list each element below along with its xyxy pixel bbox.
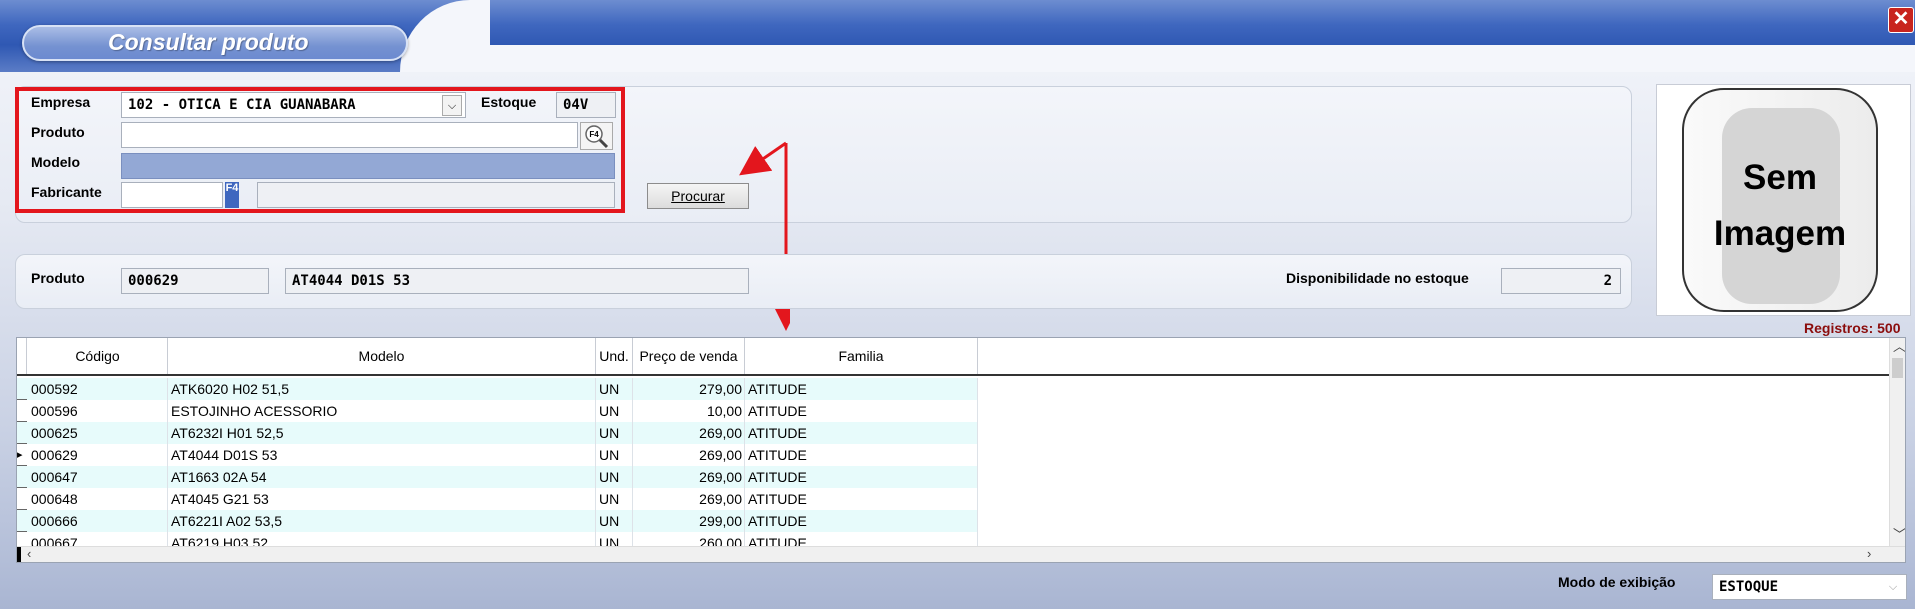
selected-produto-label: Produto [31,270,85,286]
table-cell: ATITUDE [745,400,978,422]
estoque-label: Estoque [481,94,537,110]
grid-header: Código Modelo Und. Preço de venda Famili… [17,338,1889,376]
table-row[interactable]: 000648 AT4045 G21 53 UN 269,00 ATITUDE [17,488,978,510]
image-placeholder: Sem Imagem [1682,88,1878,312]
column-header-codigo[interactable]: Código [28,338,168,374]
current-row-indicator: ▸ [17,444,27,466]
scroll-left-icon[interactable]: ‹ [27,547,31,561]
table-cell: ATITUDE [745,422,978,444]
table-row[interactable]: 000666 AT6221I A02 53,5 UN 299,00 ATITUDE [17,510,978,532]
selected-modelo-field: AT4044 D01S 53 [285,268,749,294]
empresa-label: Empresa [31,94,91,110]
table-cell: AT6232I H01 52,5 [168,422,596,444]
produto-label: Produto [31,124,85,140]
svg-text:F4: F4 [589,130,599,139]
table-cell: UN [596,378,633,400]
column-header-und[interactable]: Und. [596,338,633,374]
table-cell: 000596 [28,400,168,422]
row-indicator [17,422,27,444]
table-cell: 000629 [28,444,168,466]
table-cell: UN [596,400,633,422]
scroll-down-icon[interactable]: ﹀ [1893,528,1905,542]
table-cell: ATK6020 H02 51,5 [168,378,596,400]
modelo-label: Modelo [31,154,80,170]
title-bar-strip [460,45,1915,72]
modo-label: Modo de exibição [1558,574,1676,590]
fabricante-name-field [257,182,615,208]
scroll-thumb-horizontal[interactable] [17,547,21,562]
table-cell: UN [596,510,633,532]
table-cell: 269,00 [633,444,745,466]
row-indicator [17,378,27,400]
row-indicator [17,488,27,510]
table-cell: 000647 [28,466,168,488]
empresa-select[interactable]: 102 - OTICA E CIA GUANABARA [121,92,466,118]
horizontal-scrollbar[interactable]: ‹ › [17,546,1905,562]
close-button[interactable]: ✕ [1888,7,1914,33]
produto-input[interactable] [121,122,578,148]
row-indicator [17,400,27,422]
column-header-modelo[interactable]: Modelo [168,338,596,374]
chevron-down-icon[interactable]: ⌵ [1883,577,1903,597]
fabricante-label: Fabricante [31,184,102,200]
scroll-thumb[interactable] [1892,358,1903,378]
scroll-right-icon[interactable]: › [1867,547,1871,561]
table-cell: AT4044 D01S 53 [168,444,596,466]
header-indicator [17,338,27,374]
table-cell: ATITUDE [745,444,978,466]
search-button[interactable]: F4 [580,122,613,150]
table-row[interactable]: 000596 ESTOJINHO ACESSORIO UN 10,00 ATITUDE [17,400,978,422]
table-cell: ATITUDE [745,466,978,488]
table-cell: 000592 [28,378,168,400]
no-image-text: Sem Imagem [1684,150,1876,262]
table-cell: UN [596,466,633,488]
estoque-field[interactable]: 04V [556,92,616,118]
table-cell: ATITUDE [745,488,978,510]
table-cell: ATITUDE [745,510,978,532]
table-cell: 269,00 [633,488,745,510]
table-cell: UN [596,488,633,510]
fabricante-code-input[interactable] [121,182,223,208]
table-cell: 269,00 [633,422,745,444]
scroll-up-icon[interactable]: ︿ [1893,340,1905,354]
modo-select[interactable]: ESTOQUE [1712,574,1907,600]
selected-codigo-field: 000629 [121,268,269,294]
fabricante-lookup-button[interactable]: F4 [225,182,239,208]
table-row[interactable]: 000647 AT1663 02A 54 UN 269,00 ATITUDE [17,466,978,488]
disponibilidade-field: 2 [1501,268,1621,294]
table-row[interactable]: ▸ 000629 AT4044 D01S 53 UN 269,00 ATITUDE [17,444,978,466]
table-cell: UN [596,444,633,466]
product-image-frame: Sem Imagem [1656,84,1911,316]
procurar-label: Procurar [671,188,725,204]
chevron-down-icon[interactable]: ⌵ [442,95,462,116]
table-cell: 269,00 [633,466,745,488]
table-cell: 279,00 [633,378,745,400]
table-cell: AT6221I A02 53,5 [168,510,596,532]
table-cell: 000648 [28,488,168,510]
search-icon: F4 [585,125,609,149]
table-cell: ATITUDE [745,378,978,400]
table-cell: UN [596,422,633,444]
table-cell: 000625 [28,422,168,444]
column-header-familia[interactable]: Familia [745,338,978,374]
table-row[interactable]: 000625 AT6232I H01 52,5 UN 269,00 ATITUDE [17,422,978,444]
column-header-preco[interactable]: Preço de venda [633,338,745,374]
row-indicator [17,510,27,532]
modelo-input[interactable] [121,153,615,179]
table-cell: 299,00 [633,510,745,532]
no-image-line2: Imagem [1713,214,1847,253]
disponibilidade-label: Disponibilidade no estoque [1286,270,1469,286]
table-cell: ESTOJINHO ACESSORIO [168,400,596,422]
table-cell: AT1663 02A 54 [168,466,596,488]
vertical-scrollbar[interactable]: ︿ ﹀ [1889,338,1905,546]
window-title: Consultar produto [108,29,309,55]
table-cell: AT4045 G21 53 [168,488,596,510]
row-indicator [17,466,27,488]
table-cell: 10,00 [633,400,745,422]
product-grid[interactable]: Código Modelo Und. Preço de venda Famili… [16,337,1906,563]
table-row[interactable]: 000592 ATK6020 H02 51,5 UN 279,00 ATITUDE [17,378,978,400]
registros-count: Registros: 500 [1804,320,1901,336]
no-image-line1: Sem [1743,158,1817,197]
table-cell: 000666 [28,510,168,532]
